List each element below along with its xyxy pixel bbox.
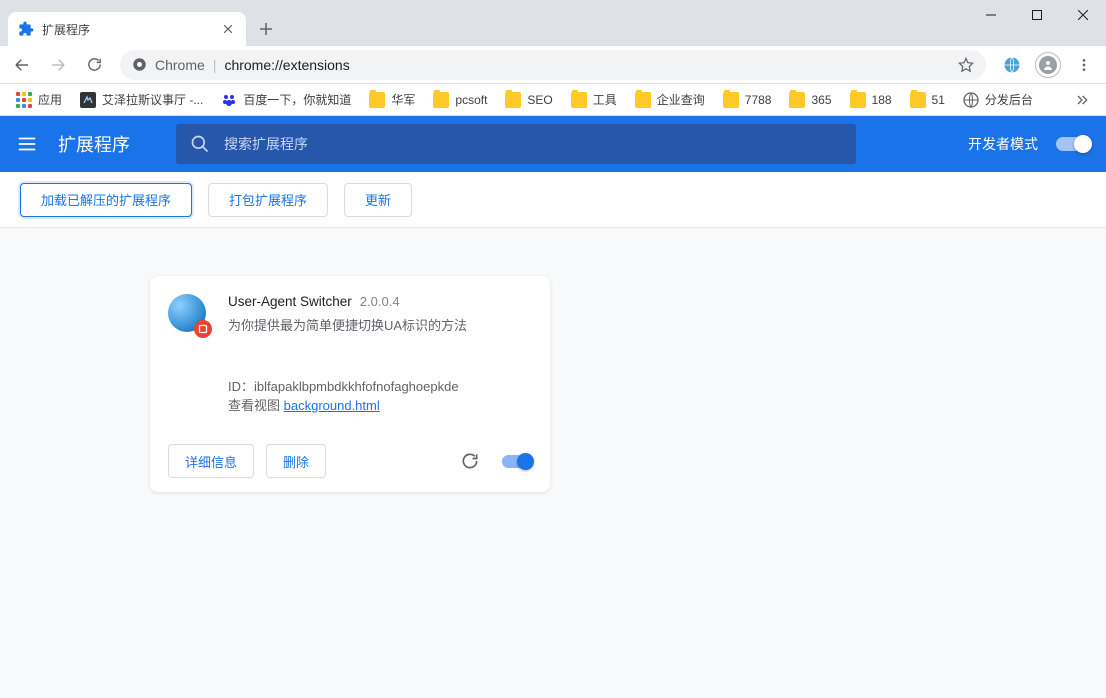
omnibox-separator: |: [213, 57, 217, 73]
baidu-paw-icon: [221, 92, 237, 108]
bookmark-folder[interactable]: 188: [842, 88, 900, 112]
omnibox-chrome-label: Chrome: [155, 57, 205, 73]
folder-icon: [789, 92, 805, 108]
extensions-header: 扩展程序 开发者模式: [0, 116, 1106, 172]
bookmark-folder[interactable]: 企业查询: [627, 87, 713, 112]
inspect-background-link[interactable]: background.html: [284, 398, 380, 413]
bookmark-apps[interactable]: 应用: [8, 87, 70, 112]
extension-remove-button[interactable]: 删除: [266, 444, 326, 478]
bookmark-label: 华军: [391, 91, 415, 108]
extension-card: User-Agent Switcher 2.0.0.4 为你提供最为简单便捷切换…: [150, 276, 550, 492]
folder-icon: [571, 92, 587, 108]
bookmark-folder[interactable]: 365: [781, 88, 839, 112]
hamburger-menu-icon[interactable]: [16, 133, 40, 155]
bookmark-item[interactable]: 艾泽拉斯议事厅 -...: [72, 87, 211, 112]
extension-globe-icon[interactable]: [996, 49, 1028, 81]
folder-icon: [910, 92, 926, 108]
bookmark-folder[interactable]: 工具: [563, 87, 625, 112]
new-tab-button[interactable]: [252, 15, 280, 43]
bookmark-label: SEO: [527, 93, 552, 107]
error-badge-icon: [194, 320, 212, 338]
window-controls: [968, 0, 1106, 30]
tab-close-button[interactable]: [220, 21, 236, 37]
browser-tab-active[interactable]: 扩展程序: [8, 12, 246, 46]
pack-extension-button[interactable]: 打包扩展程序: [208, 183, 328, 217]
bookmark-label: 艾泽拉斯议事厅 -...: [102, 91, 203, 108]
folder-icon: [369, 92, 385, 108]
search-extensions-box[interactable]: [176, 124, 856, 164]
search-input[interactable]: [224, 136, 842, 152]
bookmark-star-icon[interactable]: [958, 57, 974, 73]
folder-icon: [433, 92, 449, 108]
browser-menu-button[interactable]: [1068, 49, 1100, 81]
extension-version: 2.0.0.4: [360, 294, 400, 309]
omnibox[interactable]: Chrome | chrome://extensions: [120, 50, 986, 80]
bookmark-folder[interactable]: 51: [902, 88, 953, 112]
bookmark-label: 百度一下，你就知道: [243, 91, 351, 108]
window-minimize-button[interactable]: [968, 0, 1014, 30]
extension-enable-toggle[interactable]: [502, 455, 532, 468]
bookmark-folder[interactable]: 华军: [361, 87, 423, 112]
nav-forward-button[interactable]: [42, 49, 74, 81]
globe-icon: [963, 92, 979, 108]
bookmark-label: 365: [811, 93, 831, 107]
bookmark-label: 企业查询: [657, 91, 705, 108]
bookmark-item[interactable]: 百度一下，你就知道: [213, 87, 359, 112]
page-title: 扩展程序: [58, 131, 130, 157]
folder-icon: [850, 92, 866, 108]
bookmark-label: 应用: [38, 91, 62, 108]
update-button[interactable]: 更新: [344, 183, 412, 217]
omnibox-url: chrome://extensions: [224, 57, 349, 73]
site-icon: [80, 92, 96, 108]
bookmarks-bar: 应用 艾泽拉斯议事厅 -... 百度一下，你就知道 华军 pcsoft SEO …: [0, 84, 1106, 116]
extension-details-button[interactable]: 详细信息: [168, 444, 254, 478]
extension-reload-button[interactable]: [460, 451, 480, 471]
extension-description: 为你提供最为简单便捷切换UA标识的方法: [228, 315, 467, 334]
bookmark-label: 分发后台: [985, 91, 1033, 108]
extension-name: User-Agent Switcher: [228, 294, 352, 309]
bookmarks-overflow-button[interactable]: [1066, 84, 1098, 116]
extension-id-value: iblfapaklbpmbdkkhfofnofaghoepkde: [254, 379, 459, 394]
bookmark-folder[interactable]: pcsoft: [425, 88, 495, 112]
folder-icon: [505, 92, 521, 108]
bookmark-folder[interactable]: SEO: [497, 88, 560, 112]
bookmark-label: 188: [872, 93, 892, 107]
tabstrip: 扩展程序: [0, 10, 1106, 46]
profile-avatar-button[interactable]: [1032, 49, 1064, 81]
nav-back-button[interactable]: [6, 49, 38, 81]
bookmark-label: 7788: [745, 93, 772, 107]
developer-actions-row: 加载已解压的扩展程序 打包扩展程序 更新: [0, 172, 1106, 228]
extension-puzzle-icon: [18, 21, 34, 37]
developer-mode-label: 开发者模式: [968, 134, 1038, 154]
window-maximize-button[interactable]: [1014, 0, 1060, 30]
folder-icon: [723, 92, 739, 108]
window-titlebar: [0, 0, 1106, 10]
load-unpacked-button[interactable]: 加载已解压的扩展程序: [20, 183, 192, 217]
apps-grid-icon: [16, 92, 32, 108]
window-close-button[interactable]: [1060, 0, 1106, 30]
developer-mode-toggle[interactable]: [1056, 137, 1090, 151]
search-icon: [190, 134, 210, 154]
bookmark-item[interactable]: 分发后台: [955, 87, 1041, 112]
chrome-icon: [132, 57, 147, 72]
bookmark-label: 51: [932, 93, 945, 107]
bookmark-label: 工具: [593, 91, 617, 108]
nav-reload-button[interactable]: [78, 49, 110, 81]
tab-title: 扩展程序: [42, 21, 212, 38]
bookmark-folder[interactable]: 7788: [715, 88, 780, 112]
extensions-content: User-Agent Switcher 2.0.0.4 为你提供最为简单便捷切换…: [0, 228, 1106, 698]
bookmark-label: pcsoft: [455, 93, 487, 107]
extension-icon: [168, 294, 210, 336]
folder-icon: [635, 92, 651, 108]
browser-toolbar: Chrome | chrome://extensions: [0, 46, 1106, 84]
inspect-views-label: 查看视图: [228, 398, 284, 413]
extension-id-label: ID：: [228, 379, 254, 394]
